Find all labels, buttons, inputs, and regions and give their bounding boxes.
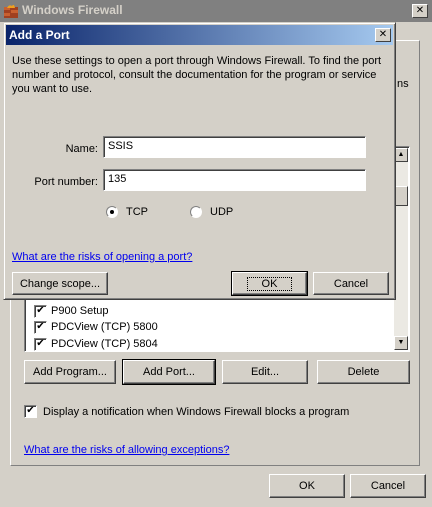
- port-number-label: Port number:: [34, 176, 98, 188]
- firewall-close-button[interactable]: ✕: [412, 4, 428, 18]
- firewall-icon: [4, 4, 18, 18]
- firewall-titlebar: Windows Firewall ✕: [0, 0, 432, 22]
- list-item-checkbox[interactable]: ✔: [34, 304, 47, 318]
- add-port-dialog: Add a Port ✕ Use these settings to open …: [3, 22, 396, 300]
- protocol-tcp-option[interactable]: TCP: [106, 206, 148, 218]
- protocol-udp-option[interactable]: UDP: [190, 206, 233, 218]
- list-item[interactable]: ✔ P900 Setup: [34, 303, 109, 319]
- arrow-up-icon: ▲: [397, 151, 405, 158]
- list-item[interactable]: ✔ PDCView (TCP) 5804: [34, 336, 158, 352]
- edit-button[interactable]: Edit...: [222, 360, 308, 384]
- dialog-ok-button[interactable]: OK: [231, 271, 308, 296]
- dialog-title: Add a Port: [9, 28, 70, 42]
- firewall-title: Windows Firewall: [22, 3, 123, 17]
- name-label: Name:: [65, 143, 98, 155]
- change-scope-button[interactable]: Change scope...: [12, 272, 108, 295]
- notify-option[interactable]: ✔ Display a notification when Windows Fi…: [24, 405, 349, 418]
- list-item-label: P900 Setup: [51, 305, 109, 317]
- delete-button[interactable]: Delete: [317, 360, 410, 384]
- dialog-cancel-button[interactable]: Cancel: [313, 272, 389, 295]
- port-number-field[interactable]: 135: [103, 169, 366, 191]
- dialog-intro-text: Use these settings to open a port throug…: [12, 55, 382, 95]
- notify-label: Display a notification when Windows Fire…: [43, 405, 350, 418]
- list-item-checkbox[interactable]: ✔: [34, 337, 47, 351]
- scroll-thumb[interactable]: [394, 186, 408, 206]
- list-item[interactable]: ✔ PDCView (TCP) 5800: [34, 319, 158, 335]
- firewall-ok-button[interactable]: OK: [269, 474, 345, 498]
- opening-port-risks-link[interactable]: What are the risks of opening a port?: [12, 251, 192, 263]
- list-item-label: PDCView (TCP) 5800: [51, 321, 158, 333]
- allowing-exceptions-risks-link[interactable]: What are the risks of allowing exception…: [24, 444, 229, 456]
- arrow-down-icon: ▼: [397, 339, 405, 346]
- add-program-button[interactable]: Add Program...: [24, 360, 116, 384]
- port-number-value: 135: [108, 173, 127, 185]
- firewall-cancel-button[interactable]: Cancel: [350, 474, 426, 498]
- close-icon: ✕: [378, 29, 388, 40]
- tcp-label: TCP: [126, 206, 148, 218]
- exceptions-scrollbar[interactable]: ▲ ▼: [394, 148, 408, 350]
- list-item-checkbox[interactable]: ✔: [34, 320, 47, 334]
- name-field-value: SSIS: [108, 140, 134, 152]
- udp-radio[interactable]: [190, 206, 202, 218]
- add-port-button[interactable]: Add Port...: [122, 359, 216, 385]
- dialog-titlebar: Add a Port ✕: [6, 25, 393, 45]
- list-item-label: PDCView (TCP) 5804: [51, 338, 158, 350]
- scroll-up-arrow[interactable]: ▲: [394, 148, 408, 162]
- udp-label: UDP: [210, 206, 234, 218]
- dialog-close-button[interactable]: ✕: [375, 28, 391, 42]
- close-icon: ✕: [415, 5, 425, 16]
- notify-checkbox[interactable]: ✔: [24, 405, 37, 418]
- scroll-down-arrow[interactable]: ▼: [394, 336, 408, 350]
- name-field[interactable]: SSIS: [103, 136, 366, 158]
- tcp-radio[interactable]: [106, 206, 118, 218]
